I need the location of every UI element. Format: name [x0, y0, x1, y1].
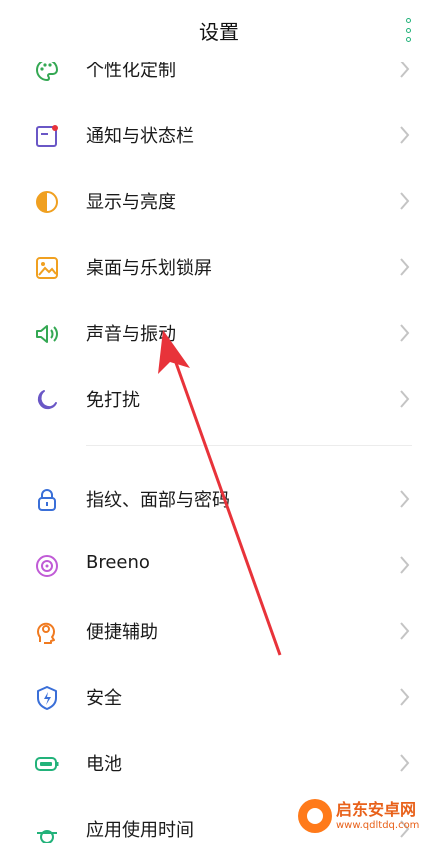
timer-icon [34, 817, 60, 843]
section-divider [86, 445, 412, 446]
settings-item-breeno[interactable]: Breeno [0, 532, 438, 598]
settings-item-do-not-disturb[interactable]: 免打扰 [0, 366, 438, 432]
battery-icon [34, 751, 60, 777]
wallpaper-icon [34, 255, 60, 281]
settings-item-accessibility[interactable]: 便捷辅助 [0, 598, 438, 664]
settings-item-label: 安全 [86, 688, 122, 709]
chevron-right-icon [398, 322, 410, 344]
more-options-icon[interactable] [402, 18, 414, 42]
watermark-url: www.qdltdq.com [336, 819, 420, 831]
settings-item-safety[interactable]: 安全 [0, 664, 438, 730]
chevron-right-icon [398, 190, 410, 212]
settings-item-wallpaper[interactable]: 桌面与乐划锁屏 [0, 234, 438, 300]
settings-item-label: 指纹、面部与密码 [86, 490, 230, 511]
moon-icon [34, 387, 60, 413]
watermark-logo: 启东安卓网 www.qdltdq.com [298, 796, 432, 836]
assist-icon [34, 619, 60, 645]
watermark-name: 启东安卓网 [336, 799, 417, 819]
shield-icon [34, 685, 60, 711]
chevron-right-icon [398, 554, 410, 576]
notification-icon [34, 123, 60, 149]
chevron-right-icon [398, 256, 410, 278]
breeno-icon [34, 553, 60, 579]
settings-item-label: Breeno [86, 552, 150, 573]
settings-item-sound[interactable]: 声音与振动 [0, 300, 438, 366]
speaker-icon [34, 321, 60, 347]
watermark-badge-icon [298, 799, 332, 833]
settings-item-label: 通知与状态栏 [86, 126, 194, 147]
chevron-right-icon [398, 620, 410, 642]
settings-item-label: 电池 [86, 754, 122, 775]
chevron-right-icon [398, 752, 410, 774]
settings-item-label: 显示与亮度 [86, 192, 176, 213]
settings-item-label: 桌面与乐划锁屏 [86, 258, 212, 279]
settings-item-label: 免打扰 [86, 390, 140, 411]
settings-item-security-password[interactable]: 指纹、面部与密码 [0, 466, 438, 532]
settings-item-battery[interactable]: 电池 [0, 730, 438, 796]
lock-icon [34, 487, 60, 513]
settings-item-label: 声音与振动 [86, 324, 176, 345]
settings-item-label: 便捷辅助 [86, 622, 158, 643]
title-bar: 设置 [0, 0, 438, 62]
chevron-right-icon [398, 686, 410, 708]
settings-item-display[interactable]: 显示与亮度 [0, 168, 438, 234]
settings-item-notifications[interactable]: 通知与状态栏 [0, 102, 438, 168]
chevron-right-icon [398, 388, 410, 410]
chevron-right-icon [398, 488, 410, 510]
page-title: 设置 [199, 20, 239, 44]
brightness-icon [34, 189, 60, 215]
settings-item-label: 应用使用时间 [86, 820, 194, 841]
chevron-right-icon [398, 124, 410, 146]
